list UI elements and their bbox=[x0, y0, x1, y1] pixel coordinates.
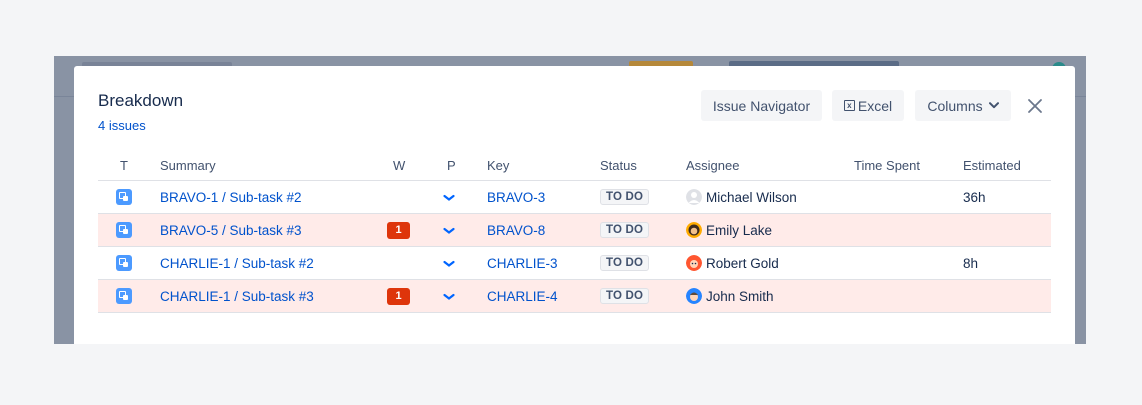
column-header-status[interactable]: Status bbox=[600, 158, 637, 173]
issue-key-link[interactable]: CHARLIE-3 bbox=[487, 247, 558, 279]
type-cell bbox=[116, 280, 132, 312]
status-cell: TO DO bbox=[600, 280, 650, 312]
table-row: CHARLIE-1 / Sub-task #2 CHARLIE-3 TO DO … bbox=[98, 247, 1051, 280]
assignee-name: Robert Gold bbox=[706, 255, 779, 271]
estimated-value: 8h bbox=[963, 255, 979, 271]
low-priority-icon bbox=[443, 289, 455, 304]
column-header-summary[interactable]: Summary bbox=[160, 158, 216, 173]
assignee-name: Emily Lake bbox=[706, 222, 773, 238]
assignee-name: John Smith bbox=[706, 288, 774, 304]
issue-key-link[interactable]: BRAVO-8 bbox=[487, 214, 545, 246]
excel-export-button[interactable]: x Excel bbox=[832, 90, 904, 121]
issue-navigator-button[interactable]: Issue Navigator bbox=[701, 90, 822, 121]
status-badge: TO DO bbox=[600, 255, 650, 271]
summary-link[interactable]: BRAVO-1 / Sub-task #2 bbox=[160, 181, 302, 213]
status-badge: TO DO bbox=[600, 189, 650, 205]
assignee-name: Michael Wilson bbox=[706, 189, 797, 205]
dialog-title: Breakdown bbox=[98, 91, 184, 110]
status-badge: TO DO bbox=[600, 222, 650, 238]
summary-link[interactable]: BRAVO-5 / Sub-task #3 bbox=[160, 214, 302, 246]
blue-avatar bbox=[686, 288, 702, 304]
column-header-time-spent[interactable]: Time Spent bbox=[854, 158, 920, 173]
status-cell: TO DO bbox=[600, 214, 650, 246]
status-cell: TO DO bbox=[600, 247, 650, 279]
subtask-icon bbox=[116, 255, 132, 271]
column-header-assignee[interactable]: Assignee bbox=[686, 158, 739, 173]
w-cell: 1 bbox=[387, 280, 410, 312]
estimated-value: 36h bbox=[963, 189, 986, 205]
assignee-cell: Michael Wilson bbox=[686, 181, 797, 213]
table-row: BRAVO-5 / Sub-task #3 1 BRAVO-8 TO DO Em… bbox=[98, 214, 1051, 247]
grey-person-avatar bbox=[686, 189, 702, 205]
close-icon[interactable] bbox=[1024, 95, 1046, 117]
assignee-cell: Robert Gold bbox=[686, 247, 779, 279]
table-header: T Summary W P Key Status Assignee Time S… bbox=[98, 150, 1051, 181]
excel-icon: x bbox=[843, 100, 855, 111]
issues-table: T Summary W P Key Status Assignee Time S… bbox=[98, 150, 1051, 313]
priority-cell bbox=[443, 280, 455, 312]
status-badge: TO DO bbox=[600, 288, 650, 304]
column-header-priority[interactable]: P bbox=[447, 158, 456, 173]
priority-cell bbox=[443, 214, 455, 246]
type-cell bbox=[116, 214, 132, 246]
issue-navigator-label: Issue Navigator bbox=[712, 97, 811, 114]
priority-cell bbox=[443, 247, 455, 279]
type-cell bbox=[116, 181, 132, 213]
w-cell: 1 bbox=[387, 214, 410, 246]
assignee-cell: Emily Lake bbox=[686, 214, 772, 246]
w-badge: 1 bbox=[387, 221, 410, 239]
w-badge: 1 bbox=[387, 287, 410, 305]
column-header-estimated[interactable]: Estimated bbox=[963, 158, 1021, 173]
issue-key-link[interactable]: BRAVO-3 bbox=[487, 181, 545, 213]
excel-label: Excel bbox=[857, 97, 893, 114]
subtask-icon bbox=[116, 189, 132, 205]
table-row: BRAVO-1 / Sub-task #2 BRAVO-3 TO DO Mich… bbox=[98, 181, 1051, 214]
column-header-w[interactable]: W bbox=[393, 158, 405, 173]
assignee-cell: John Smith bbox=[686, 280, 774, 312]
column-header-key[interactable]: Key bbox=[487, 158, 509, 173]
subtask-icon bbox=[116, 222, 132, 238]
columns-dropdown-button[interactable]: Columns bbox=[915, 90, 1011, 121]
red-avatar bbox=[686, 255, 702, 271]
issue-count-link[interactable]: 4 issues bbox=[98, 118, 146, 133]
summary-link[interactable]: CHARLIE-1 / Sub-task #3 bbox=[160, 280, 314, 312]
type-cell bbox=[116, 247, 132, 279]
issue-key-link[interactable]: CHARLIE-4 bbox=[487, 280, 558, 312]
table-row: CHARLIE-1 / Sub-task #3 1 CHARLIE-4 TO D… bbox=[98, 280, 1051, 313]
column-header-type[interactable]: T bbox=[120, 158, 128, 173]
low-priority-icon bbox=[443, 256, 455, 271]
columns-label: Columns bbox=[927, 97, 983, 114]
dark-hair-avatar bbox=[686, 222, 702, 238]
summary-link[interactable]: CHARLIE-1 / Sub-task #2 bbox=[160, 247, 314, 279]
chevron-down-icon bbox=[988, 102, 999, 109]
low-priority-icon bbox=[443, 190, 455, 205]
priority-cell bbox=[443, 181, 455, 213]
subtask-icon bbox=[116, 288, 132, 304]
low-priority-icon bbox=[443, 223, 455, 238]
status-cell: TO DO bbox=[600, 181, 650, 213]
breakdown-dialog: Breakdown 4 issues Issue Navigator x Exc… bbox=[74, 66, 1075, 344]
